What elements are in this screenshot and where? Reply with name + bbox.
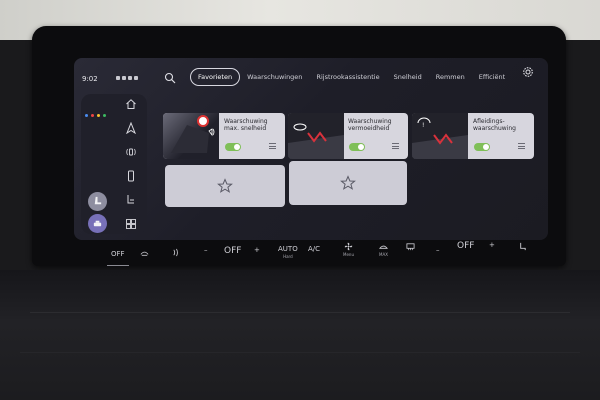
seat-icon (94, 196, 102, 205)
category-tabs: Favorieten Waarschuwingen Rijstrookassis… (190, 68, 512, 86)
card-image (163, 113, 219, 159)
temp-left-display: OFF (224, 246, 241, 256)
climate-control-bar: OFF – OFF + AUTO Hard A/C Menu MAX – OFF… (100, 240, 540, 266)
nav-apps[interactable] (120, 216, 142, 232)
dashboard-seam (30, 312, 570, 313)
gear-icon[interactable] (522, 66, 534, 78)
infotainment-screen: 9:02 Favorieten Waarschuwingen Rijstrook… (74, 58, 548, 240)
speed-warning-toggle[interactable] (225, 143, 241, 151)
home-icon (126, 99, 136, 109)
fan-menu-button[interactable]: Menu (343, 242, 354, 257)
tab-lane-assist[interactable]: Rijstrookassistentie (309, 69, 386, 85)
plus-label: + (489, 241, 495, 249)
star-icon (340, 175, 356, 190)
recirculation-button[interactable] (140, 249, 149, 258)
car-interior-image (171, 115, 215, 153)
tab-efficiency[interactable]: Efficiënt (472, 69, 512, 85)
temp-right-value: OFF (457, 241, 475, 251)
phone-signal-icon (126, 148, 136, 156)
seat-heat-right-button[interactable] (518, 242, 527, 251)
settings-shortcut[interactable] (88, 214, 107, 233)
tab-favorites[interactable]: Favorieten (190, 68, 241, 86)
navigation-icon (126, 122, 136, 134)
left-nav (120, 94, 142, 234)
card-distraction-warning[interactable]: ! Afleidings-waarschuwing (412, 113, 534, 159)
dashboard-trim (0, 270, 600, 400)
phone-icon (128, 170, 134, 182)
plus-label: + (254, 246, 260, 254)
max-sub-label: MAX (379, 252, 388, 257)
ac-label: A/C (308, 245, 321, 253)
add-favorite-slot-2[interactable] (289, 161, 407, 205)
distraction-warning-toggle[interactable] (474, 143, 490, 151)
add-favorite-slot-1[interactable] (165, 165, 285, 207)
minus-label: – (436, 246, 440, 254)
nav-seat[interactable] (120, 192, 142, 208)
star-icon (217, 178, 233, 193)
rear-defrost-button[interactable] (406, 242, 415, 251)
card-title: Afleidings-waarschuwing (473, 118, 516, 132)
nav-phone[interactable] (120, 168, 142, 184)
svg-text:!: ! (422, 122, 424, 129)
card-image: ! (412, 113, 468, 159)
climate-left-off-label: OFF (111, 250, 125, 258)
card-title: Waarschuwing max. snelheid (224, 118, 268, 132)
seat-heating-shortcut[interactable] (88, 192, 107, 211)
card-speed-warning[interactable]: Waarschuwing max. snelheid (163, 113, 285, 159)
card-title: Waarschuwing vermoeidheid (348, 118, 392, 132)
fan-sub-label: Menu (343, 252, 354, 257)
card-menu-icon[interactable] (392, 143, 399, 149)
climate-left-off-button[interactable]: OFF (111, 250, 125, 258)
auto-climate-button[interactable]: AUTO Hard (278, 245, 298, 259)
tab-warnings[interactable]: Waarschuwingen (240, 69, 309, 85)
card-image (288, 113, 344, 159)
grid-icon (126, 219, 136, 229)
tab-speed[interactable]: Snelheid (387, 69, 429, 85)
status-clock: 9:02 (82, 75, 98, 83)
temp-left-decrease[interactable]: – (204, 246, 208, 254)
temp-left-increase[interactable]: + (254, 246, 260, 254)
fatigue-warning-image (288, 113, 344, 159)
active-underline (107, 265, 129, 266)
fatigue-warning-toggle[interactable] (349, 143, 365, 151)
rear-defrost-icon (406, 243, 415, 251)
seat-heat-icon (520, 242, 526, 251)
card-menu-icon[interactable] (518, 143, 525, 149)
heated-steering-button[interactable] (172, 248, 181, 257)
defrost-icon (379, 245, 388, 249)
ac-button[interactable]: A/C (308, 245, 320, 253)
nav-connectivity[interactable] (120, 144, 142, 160)
auto-sub-label: Hard (283, 254, 293, 259)
dashboard-seam-lower (20, 352, 580, 353)
max-defrost-button[interactable]: MAX (379, 242, 388, 257)
auto-label: AUTO (278, 245, 298, 253)
car-recirculation-icon (140, 251, 149, 256)
car-settings-icon (93, 220, 102, 227)
temp-right-decrease[interactable]: – (436, 246, 440, 254)
nav-navigation[interactable] (120, 120, 142, 136)
distraction-warning-image: ! (412, 113, 468, 159)
temp-right-display: OFF (457, 241, 474, 251)
temp-right-increase[interactable]: + (489, 241, 495, 249)
google-assistant-indicator (85, 114, 106, 117)
tab-brakes[interactable]: Remmen (429, 69, 472, 85)
card-menu-icon[interactable] (269, 143, 276, 149)
status-indicators (116, 76, 138, 80)
card-fatigue-warning[interactable]: Waarschuwing vermoeidheid (288, 113, 408, 159)
search-icon[interactable] (164, 72, 176, 84)
nav-home[interactable] (120, 96, 142, 112)
temp-left-value: OFF (224, 246, 242, 256)
seat-icon (127, 195, 134, 204)
steering-heat-icon (173, 248, 178, 257)
minus-label: – (204, 246, 208, 254)
fan-icon (344, 242, 353, 251)
